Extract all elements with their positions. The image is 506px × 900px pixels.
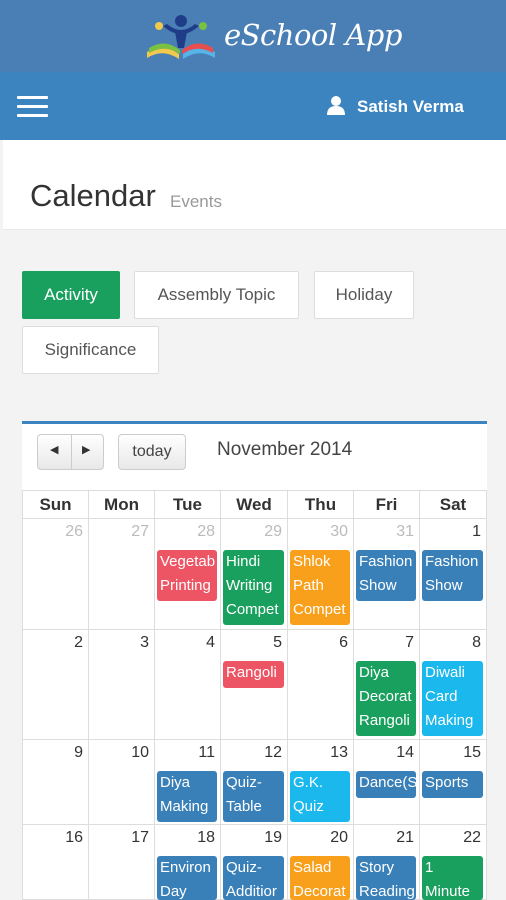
day-number: 9 [74,744,83,761]
today-button[interactable]: today [118,434,186,470]
filter-holiday-button[interactable]: Holiday [314,271,414,319]
calendar-event[interactable]: Quiz- Additior [223,856,284,900]
calendar-event[interactable]: Vegetab Printing [157,550,217,601]
day-cell[interactable]: 26 [23,519,89,630]
dow-tue: Tue [155,490,221,519]
day-number: 2 [74,634,83,651]
day-cell[interactable]: 2 [23,630,89,740]
eschool-logo-icon [147,15,215,59]
calendar-event[interactable]: Diwali Card Making [422,661,483,736]
calendar-event[interactable]: G.K. Quiz [290,771,350,822]
dow-wed: Wed [221,490,288,519]
app-brand-title: eSchool App [224,18,402,52]
calendar-nav-buttons: ◀ ▶ [37,434,104,470]
calendar-event[interactable]: Hindi Writing Compet [223,550,284,625]
hamburger-menu-icon[interactable] [17,96,48,118]
page-subtitle: Events [170,192,222,211]
filter-assembly-topic-button[interactable]: Assembly Topic [134,271,299,319]
day-number: 1 [472,523,481,540]
day-number: 20 [330,829,348,846]
calendar-event[interactable]: Diya Making [157,771,217,822]
dow-mon: Mon [89,490,155,519]
day-number: 30 [330,523,348,540]
day-number: 12 [264,744,282,761]
day-number: 21 [396,829,414,846]
day-number: 31 [396,523,414,540]
day-number: 11 [198,744,215,761]
day-cell[interactable]: 9 [23,740,89,825]
day-number: 26 [65,523,83,540]
calendar-event[interactable]: Shlok Path Compet [290,550,350,625]
day-number: 3 [140,634,149,651]
dow-sun: Sun [23,490,89,519]
prev-month-icon[interactable]: ◀ [50,443,58,456]
calendar-event[interactable]: Salad Decorat [290,856,350,900]
user-icon [327,96,345,115]
next-month-icon[interactable]: ▶ [82,443,90,456]
day-number: 4 [206,634,215,651]
day-number: 27 [131,523,149,540]
day-number: 15 [463,744,481,761]
day-cell[interactable]: 3 [89,630,155,740]
calendar-event[interactable]: Quiz- Table [223,771,284,822]
day-number: 7 [405,634,414,651]
calendar-event[interactable]: 1 Minute [422,856,483,900]
day-number: 16 [65,829,83,846]
calendar-event[interactable]: Rangoli [223,661,284,688]
day-number: 29 [264,523,282,540]
user-name-link[interactable]: Satish Verma [357,97,464,117]
filter-significance-button[interactable]: Significance [22,326,159,374]
calendar-event[interactable]: Environ Day [157,856,217,900]
day-number: 13 [330,744,348,761]
dow-sat: Sat [420,490,487,519]
calendar-event[interactable]: Fashion Show [356,550,416,601]
day-number: 5 [273,634,282,651]
day-number: 22 [463,829,481,846]
day-cell[interactable]: 4 [155,630,221,740]
calendar-month-title: November 2014 [217,439,353,460]
day-cell[interactable]: 27 [89,519,155,630]
day-number: 6 [339,634,348,651]
calendar-event[interactable]: Dance(S [356,771,416,798]
day-number: 28 [197,523,215,540]
calendar-event[interactable]: Story Reading [356,856,416,900]
calendar-event[interactable]: Fashion Show [422,550,483,601]
day-cell[interactable]: 10 [89,740,155,825]
day-number: 19 [264,829,282,846]
day-number: 8 [472,634,481,651]
day-number: 18 [197,829,215,846]
day-number: 14 [396,744,414,761]
filter-activity-button[interactable]: Activity [22,271,120,319]
calendar-event[interactable]: Sports [422,771,483,798]
dow-thu: Thu [288,490,354,519]
calendar-event[interactable]: Diya Decorat Rangoli [356,661,416,736]
day-cell[interactable]: 6 [288,630,354,740]
day-number: 10 [131,744,149,761]
dow-fri: Fri [354,490,420,519]
page-title: Calendar [30,178,156,213]
day-cell[interactable]: 16 [23,825,89,900]
day-number: 17 [131,829,149,846]
day-cell[interactable]: 17 [89,825,155,900]
